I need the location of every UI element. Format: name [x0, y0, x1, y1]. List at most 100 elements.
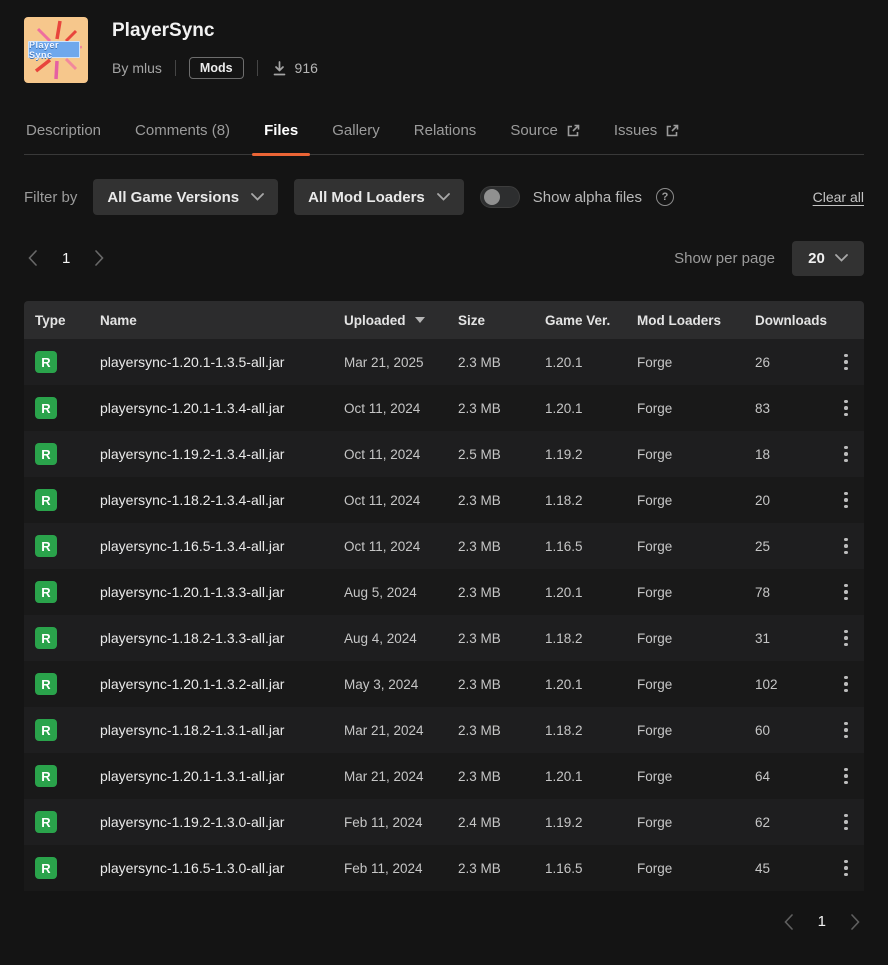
release-type-badge: R: [35, 397, 57, 419]
file-name-link[interactable]: playersync-1.20.1-1.3.3-all.jar: [100, 584, 344, 600]
table-row[interactable]: R playersync-1.19.2-1.3.0-all.jar Feb 11…: [24, 799, 864, 845]
file-downloads: 102: [755, 677, 840, 692]
author-link[interactable]: mlus: [132, 60, 162, 76]
tab-label: Source: [510, 122, 558, 139]
bottom-pagination-row: 1: [24, 913, 864, 930]
file-name-link[interactable]: playersync-1.20.1-1.3.4-all.jar: [100, 400, 344, 416]
chevron-left-icon[interactable]: [28, 250, 37, 266]
chevron-right-icon[interactable]: [95, 250, 104, 266]
file-uploaded-date: Oct 11, 2024: [344, 447, 458, 462]
file-name-link[interactable]: playersync-1.19.2-1.3.4-all.jar: [100, 446, 344, 462]
table-row[interactable]: R playersync-1.18.2-1.3.1-all.jar Mar 21…: [24, 707, 864, 753]
chevron-left-icon[interactable]: [784, 914, 793, 930]
tab-gallery[interactable]: Gallery: [330, 122, 382, 154]
table-row[interactable]: R playersync-1.20.1-1.3.4-all.jar Oct 11…: [24, 385, 864, 431]
row-actions-cell: [840, 626, 868, 651]
more-options-icon[interactable]: [840, 350, 852, 375]
file-size: 2.5 MB: [458, 447, 545, 462]
release-type-cell: R: [24, 811, 100, 833]
project-files-page: Player Sync PlayerSync Bymlus Mods 916: [0, 0, 888, 930]
logo-banner-label: Player Sync: [28, 41, 80, 58]
column-header-name[interactable]: Name: [100, 313, 344, 328]
file-name-link[interactable]: playersync-1.18.2-1.3.4-all.jar: [100, 492, 344, 508]
more-options-icon[interactable]: [840, 672, 852, 697]
toggle-knob: [484, 189, 500, 205]
row-actions-cell: [840, 442, 868, 467]
table-row[interactable]: R playersync-1.20.1-1.3.2-all.jar May 3,…: [24, 661, 864, 707]
release-type-cell: R: [24, 443, 100, 465]
top-pagination-row: 1 Show per page 20: [24, 240, 864, 276]
column-header-game-ver[interactable]: Game Ver.: [545, 313, 637, 328]
show-alpha-toggle[interactable]: [480, 186, 520, 208]
tab-issues[interactable]: Issues: [612, 122, 681, 154]
file-table-header: Type Name Uploaded Size Game Ver. Mod Lo…: [24, 301, 864, 339]
per-page-dropdown[interactable]: 20: [792, 241, 864, 276]
more-options-icon[interactable]: [840, 580, 852, 605]
more-options-icon[interactable]: [840, 856, 852, 881]
author-byline: Bymlus: [112, 60, 162, 76]
page-number[interactable]: 1: [818, 913, 826, 930]
column-header-size[interactable]: Size: [458, 313, 545, 328]
file-name-link[interactable]: playersync-1.18.2-1.3.3-all.jar: [100, 630, 344, 646]
tab-comments-8[interactable]: Comments (8): [133, 122, 232, 154]
more-options-icon[interactable]: [840, 488, 852, 513]
table-row[interactable]: R playersync-1.20.1-1.3.5-all.jar Mar 21…: [24, 339, 864, 385]
release-type-badge: R: [35, 857, 57, 879]
row-actions-cell: [840, 718, 868, 743]
more-options-icon[interactable]: [840, 442, 852, 467]
file-name-link[interactable]: playersync-1.16.5-1.3.0-all.jar: [100, 860, 344, 876]
category-badge[interactable]: Mods: [189, 57, 244, 79]
column-header-mod-loaders[interactable]: Mod Loaders: [637, 313, 755, 328]
table-row[interactable]: R playersync-1.20.1-1.3.3-all.jar Aug 5,…: [24, 569, 864, 615]
tab-files[interactable]: Files: [262, 122, 300, 154]
file-name-link[interactable]: playersync-1.18.2-1.3.1-all.jar: [100, 722, 344, 738]
file-mod-loaders: Forge: [637, 815, 755, 830]
mod-loaders-dropdown[interactable]: All Mod Loaders: [294, 179, 464, 215]
project-logo[interactable]: Player Sync: [24, 17, 88, 83]
tab-source[interactable]: Source: [508, 122, 582, 154]
page-title: PlayerSync: [112, 20, 318, 42]
file-uploaded-date: Oct 11, 2024: [344, 539, 458, 554]
release-type-cell: R: [24, 627, 100, 649]
more-options-icon[interactable]: [840, 764, 852, 789]
table-row[interactable]: R playersync-1.16.5-1.3.4-all.jar Oct 11…: [24, 523, 864, 569]
tab-relations[interactable]: Relations: [412, 122, 479, 154]
file-name-link[interactable]: playersync-1.20.1-1.3.5-all.jar: [100, 354, 344, 370]
chevron-right-icon[interactable]: [851, 914, 860, 930]
column-header-type[interactable]: Type: [24, 313, 100, 328]
table-row[interactable]: R playersync-1.16.5-1.3.0-all.jar Feb 11…: [24, 845, 864, 891]
more-options-icon[interactable]: [840, 396, 852, 421]
release-type-badge: R: [35, 673, 57, 695]
file-name-link[interactable]: playersync-1.20.1-1.3.2-all.jar: [100, 676, 344, 692]
page-number[interactable]: 1: [62, 250, 70, 267]
table-row[interactable]: R playersync-1.19.2-1.3.4-all.jar Oct 11…: [24, 431, 864, 477]
file-downloads: 83: [755, 401, 840, 416]
file-name-link[interactable]: playersync-1.19.2-1.3.0-all.jar: [100, 814, 344, 830]
game-versions-dropdown[interactable]: All Game Versions: [93, 179, 278, 215]
table-row[interactable]: R playersync-1.20.1-1.3.1-all.jar Mar 21…: [24, 753, 864, 799]
file-mod-loaders: Forge: [637, 861, 755, 876]
tab-description[interactable]: Description: [24, 122, 103, 154]
table-row[interactable]: R playersync-1.18.2-1.3.4-all.jar Oct 11…: [24, 477, 864, 523]
file-name-link[interactable]: playersync-1.20.1-1.3.1-all.jar: [100, 768, 344, 784]
more-options-icon[interactable]: [840, 626, 852, 651]
file-name-link[interactable]: playersync-1.16.5-1.3.4-all.jar: [100, 538, 344, 554]
more-options-icon[interactable]: [840, 718, 852, 743]
chevron-down-icon: [251, 193, 264, 201]
game-versions-value: All Game Versions: [107, 189, 239, 206]
more-options-icon[interactable]: [840, 534, 852, 559]
project-meta: Bymlus Mods 916: [112, 57, 318, 79]
release-type-cell: R: [24, 397, 100, 419]
row-actions-cell: [840, 856, 868, 881]
row-actions-cell: [840, 534, 868, 559]
clear-all-link[interactable]: Clear all: [813, 189, 864, 205]
more-options-icon[interactable]: [840, 810, 852, 835]
divider: [257, 60, 258, 76]
help-icon[interactable]: ?: [656, 188, 674, 206]
table-row[interactable]: R playersync-1.18.2-1.3.3-all.jar Aug 4,…: [24, 615, 864, 661]
column-header-downloads[interactable]: Downloads: [755, 313, 840, 328]
file-game-version: 1.18.2: [545, 631, 637, 646]
column-header-uploaded[interactable]: Uploaded: [344, 313, 458, 328]
release-type-cell: R: [24, 857, 100, 879]
file-mod-loaders: Forge: [637, 631, 755, 646]
